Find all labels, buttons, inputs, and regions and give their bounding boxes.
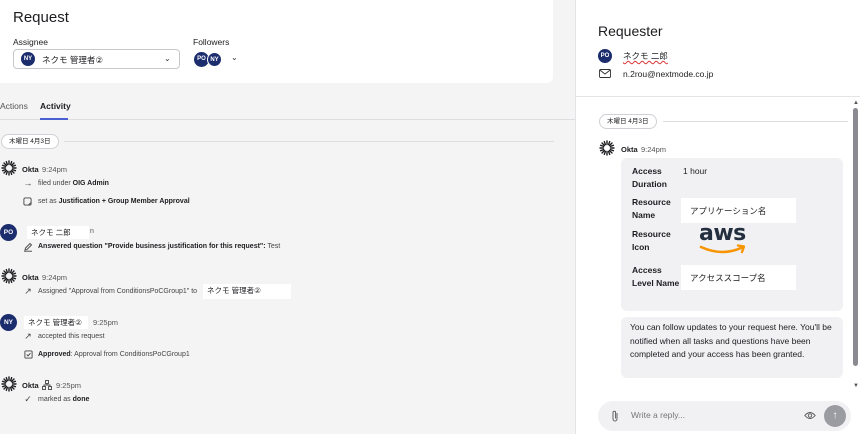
- chat-message: You can follow updates to your request h…: [621, 317, 843, 378]
- requester-name: ネクモ 二郎: [623, 51, 668, 61]
- okta-logo-icon: [1, 376, 17, 392]
- field-value: 1 hour: [683, 166, 708, 176]
- assign-icon: ↗: [24, 331, 32, 341]
- activity-tabs: Actions Activity: [0, 96, 575, 120]
- event-detail: marked as done: [38, 396, 90, 403]
- reply-input[interactable]: Write a reply...: [631, 410, 685, 420]
- field-label: Resource Icon: [632, 229, 671, 252]
- assignee-select[interactable]: NY ネクモ 管理者② ⌄: [13, 49, 180, 69]
- field-label: Access Level Name: [632, 265, 680, 288]
- follower-avatar[interactable]: NY: [207, 52, 222, 67]
- okta-logo-icon: [599, 140, 615, 156]
- reply-box[interactable]: Write a reply... ↑: [598, 401, 851, 431]
- workflow-icon: [42, 380, 52, 390]
- paperclip-icon[interactable]: [611, 410, 619, 422]
- avatar: PO: [0, 224, 17, 241]
- event-sender: Okta: [22, 381, 39, 390]
- event-time: 9:24pm: [42, 165, 68, 174]
- mail-icon: [599, 69, 611, 78]
- requester-title: Requester: [598, 23, 663, 39]
- event-detail: filed under OIG Admin: [38, 180, 109, 187]
- event-sender: Okta: [22, 165, 39, 174]
- requester-pane: Requester PO ネクモ 二郎 n.2rou@nextmode.co.j…: [575, 0, 860, 434]
- event-detail: Answered question "Provide business just…: [38, 243, 281, 250]
- event-assignee-name: ネクモ 管理者②: [203, 284, 291, 299]
- event-truncated: n: [90, 228, 94, 235]
- event-detail: Approved: Approval from ConditionsPoCGro…: [38, 351, 190, 358]
- event-time: 9:25pm: [56, 381, 82, 390]
- request-details-card: Access Duration 1 hour Resource Name アプリ…: [621, 158, 843, 311]
- date-pill: 木曜日 4月3日: [1, 134, 59, 149]
- chat-sender: Okta: [621, 145, 638, 154]
- event-time: 9:25pm: [93, 318, 119, 327]
- followers-chevron-down-icon[interactable]: ⌄: [231, 53, 238, 62]
- requester-email[interactable]: n.2rou@nextmode.co.jp: [623, 69, 713, 79]
- event-user-name: ネクモ 二郎: [27, 226, 89, 239]
- event-detail: set as Justification + Group Member Appr…: [38, 198, 190, 205]
- edit-icon: [24, 242, 33, 252]
- divider: [576, 96, 860, 97]
- request-pane: Request Assignee NY ネクモ 管理者② ⌄ Followers…: [0, 0, 575, 434]
- check-icon: ✓: [24, 394, 32, 404]
- chevron-down-icon: ⌄: [164, 54, 171, 63]
- divider: [64, 141, 554, 142]
- aws-logo-icon: aws: [699, 222, 749, 258]
- eye-icon[interactable]: [804, 411, 816, 420]
- scroll-down-icon[interactable]: ▼: [853, 383, 859, 389]
- field-value: アプリケーション名: [681, 198, 796, 223]
- event-sender: Okta: [22, 273, 39, 282]
- tab-actions[interactable]: Actions: [0, 101, 28, 111]
- arrow-right-icon: →: [23, 178, 33, 188]
- chat-time: 9:24pm: [641, 145, 667, 154]
- tab-activity[interactable]: Activity: [40, 101, 71, 111]
- checkbox-checked-icon: [24, 350, 33, 359]
- event-user-name: ネクモ 管理者②: [24, 316, 88, 329]
- send-button[interactable]: ↑: [824, 405, 846, 427]
- event-detail: accepted this request: [38, 333, 105, 340]
- field-label: Access Duration: [632, 166, 667, 189]
- page-title: Request: [13, 9, 69, 26]
- assign-icon: ↗: [24, 286, 32, 296]
- okta-logo-icon: [1, 160, 17, 176]
- avatar: NY: [0, 314, 17, 331]
- tab-underline: [40, 118, 68, 120]
- request-card: Request Assignee NY ネクモ 管理者② ⌄ Followers…: [0, 0, 553, 83]
- tag-icon: [23, 197, 32, 206]
- avatar: NY: [21, 52, 35, 66]
- scrollbar[interactable]: [853, 108, 858, 366]
- scroll-up-icon[interactable]: ▲: [853, 100, 859, 106]
- followers-label: Followers: [193, 37, 230, 47]
- divider: [663, 121, 848, 122]
- okta-logo-icon: [1, 268, 17, 284]
- avatar: PO: [598, 49, 612, 63]
- assignee-name: ネクモ 管理者②: [42, 55, 103, 65]
- event-time: 9:24pm: [42, 273, 68, 282]
- field-label: Resource Name: [632, 197, 671, 220]
- event-detail: Assigned "Approval from ConditionsPoCGro…: [38, 288, 198, 295]
- date-pill: 木曜日 4月3日: [599, 114, 657, 129]
- assignee-label: Assignee: [13, 37, 48, 47]
- field-value: アクセススコープ名: [681, 265, 796, 290]
